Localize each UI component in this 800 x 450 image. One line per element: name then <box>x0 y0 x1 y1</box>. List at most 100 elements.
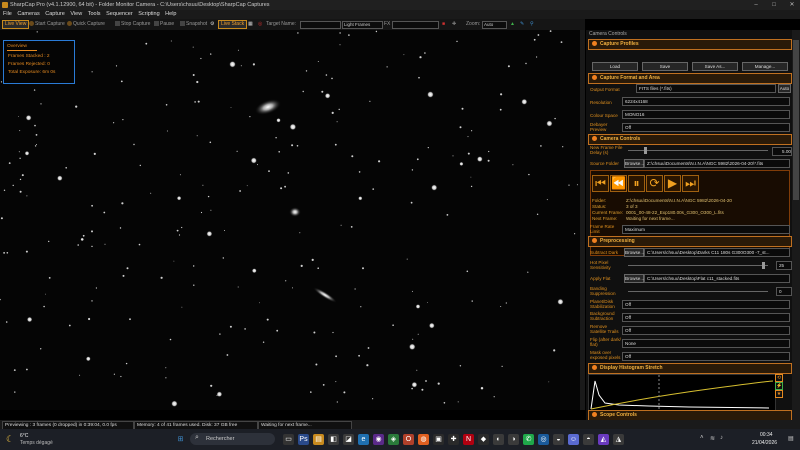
refresh-icon[interactable]: ⟳ <box>646 175 663 192</box>
edge-icon[interactable]: e <box>358 434 369 445</box>
histogram-plot[interactable] <box>588 374 776 412</box>
settings-icon[interactable]: ⚙ <box>208 20 216 29</box>
clock-time[interactable]: 00:34 <box>760 432 773 438</box>
netflix-icon[interactable]: N <box>463 434 474 445</box>
live-stack-button[interactable]: Live Stack <box>218 20 248 29</box>
panel-scrollbar[interactable] <box>792 30 800 420</box>
mask-select[interactable]: Off <box>622 352 790 361</box>
tray-chevron-icon[interactable]: ˄ <box>700 435 704 441</box>
preprocessing-header[interactable]: Preprocessing <box>588 236 792 247</box>
flat-browse-button[interactable]: Browse... <box>624 274 644 283</box>
maximize-button[interactable]: □ <box>766 0 782 10</box>
app-icon-21[interactable]: ◓ <box>583 434 594 445</box>
image-scrollbar[interactable] <box>580 30 585 410</box>
snapshot-button[interactable]: Snapshot <box>178 20 209 29</box>
histogram-header[interactable]: Display Histogram Stretch <box>588 363 792 374</box>
save-profile-button[interactable]: Save <box>642 62 688 71</box>
app-icon-11[interactable]: ▣ <box>433 434 444 445</box>
output-format-select[interactable]: FITS files (*.fits) <box>636 84 776 93</box>
resolution-select[interactable]: 6224x4168 <box>622 97 790 106</box>
plus-app-icon[interactable]: ✚ <box>448 434 459 445</box>
zoom-select[interactable]: Auto <box>482 21 507 29</box>
app-icon-16[interactable]: ◑ <box>508 434 519 445</box>
image-display[interactable] <box>0 30 585 410</box>
histogram-icon[interactable]: ▲ <box>508 20 517 29</box>
menu-file[interactable]: File <box>3 10 12 19</box>
quick-capture-button[interactable]: Quick Capture <box>65 20 107 29</box>
debayer-select[interactable]: Off <box>622 123 790 132</box>
crosshair-icon[interactable]: ✛ <box>450 20 458 29</box>
capture-profiles-header[interactable]: Capture Profiles <box>588 39 792 50</box>
firefox-icon[interactable]: ◍ <box>418 434 429 445</box>
hot-pixel-slider[interactable] <box>628 265 768 266</box>
wifi-icon[interactable]: ≋ <box>710 435 715 442</box>
app-ps-icon[interactable]: Ps <box>298 434 309 445</box>
banding-slider[interactable] <box>628 291 768 292</box>
flip-select[interactable]: None <box>622 339 790 348</box>
dark-browse-button[interactable]: Browse... <box>624 248 644 257</box>
minimize-button[interactable]: – <box>748 0 764 10</box>
record-small-icon[interactable]: ■ <box>440 20 447 29</box>
save-as-profile-button[interactable]: Save As... <box>692 62 738 71</box>
target-name-input[interactable] <box>300 21 341 29</box>
notification-icon[interactable]: ▤ <box>788 435 794 442</box>
tools-icon[interactable]: ✎ <box>518 20 526 29</box>
menu-help[interactable]: Help <box>165 10 176 19</box>
boost-icon[interactable]: ★ <box>775 390 783 398</box>
pause-monitor-icon[interactable]: ⏸ <box>628 175 645 192</box>
app-icon-8[interactable]: ◈ <box>388 434 399 445</box>
reset-stretch-icon[interactable]: ⟲ <box>775 374 783 382</box>
manage-profiles-button[interactable]: Manage... <box>742 62 788 71</box>
delay-slider[interactable] <box>628 150 768 151</box>
scope-controls-header[interactable]: Scope Controls <box>588 410 792 420</box>
app-icon-22[interactable]: ◭ <box>598 434 609 445</box>
delay-value[interactable]: 5.00 <box>772 147 792 156</box>
last-frame-icon[interactable]: ⏭ <box>682 175 699 192</box>
grid-icon[interactable]: ▦ <box>246 20 255 29</box>
apply-flat-select[interactable]: C:\Users\chsuu\Desktop\Flat c11_stacked.… <box>644 274 790 283</box>
app-icon-15[interactable]: ◐ <box>493 434 504 445</box>
subtract-dark-select[interactable]: C:\Users\chsuu\Desktop\Darks C11 180s G3… <box>644 248 790 257</box>
auto-stretch-icon[interactable]: ⚡ <box>775 382 783 390</box>
whatsapp-icon[interactable]: ✆ <box>523 434 534 445</box>
delay-slider-thumb[interactable] <box>644 147 647 154</box>
hot-pixel-value[interactable]: 25 <box>776 261 792 270</box>
hot-pixel-slider-thumb[interactable] <box>762 262 765 269</box>
app-icon-5[interactable]: ◪ <box>343 434 354 445</box>
stop-capture-button[interactable]: Stop Capture <box>113 20 152 29</box>
file-explorer-icon[interactable]: ▤ <box>313 434 324 445</box>
capture-format-header[interactable]: Capture Format and Area <box>588 73 792 84</box>
clock-date[interactable]: 21/04/2026 <box>752 440 777 446</box>
panel-scrollbar-thumb[interactable] <box>793 40 799 200</box>
task-view-icon[interactable]: ▭ <box>283 434 294 445</box>
app-icon-18[interactable]: ◎ <box>538 434 549 445</box>
taskbar-search[interactable]: ⌕ Rechercher <box>190 433 275 445</box>
close-button[interactable]: ✕ <box>784 0 800 10</box>
menu-capture[interactable]: Capture <box>45 10 65 19</box>
planet-select[interactable]: Off <box>622 300 790 309</box>
app-icon-4[interactable]: ◧ <box>328 434 339 445</box>
next-frame-icon[interactable]: ▶ <box>664 175 681 192</box>
app-icon-23[interactable]: ◮ <box>613 434 624 445</box>
fx-select[interactable] <box>392 21 439 29</box>
menu-tools[interactable]: Tools <box>88 10 101 19</box>
banding-value[interactable]: 0 <box>776 287 792 296</box>
windows-start-icon[interactable]: ⊞ <box>175 434 186 445</box>
camera-controls-header[interactable]: Camera Controls <box>588 134 792 145</box>
menu-view[interactable]: View <box>70 10 82 19</box>
app-icon-19[interactable]: ◒ <box>553 434 564 445</box>
weather-icon[interactable]: ☾ <box>6 434 14 445</box>
satellite-select[interactable]: Off <box>622 326 790 335</box>
load-profile-button[interactable]: Load <box>592 62 638 71</box>
menu-scripting[interactable]: Scripting <box>138 10 159 19</box>
frame-type-select[interactable]: Light Frames <box>342 21 383 29</box>
menu-sequencer[interactable]: Sequencer <box>106 10 133 19</box>
volume-icon[interactable]: ♪ <box>720 435 723 441</box>
source-browse-button[interactable]: Browse... <box>624 159 644 168</box>
frame-rate-select[interactable]: Maximum <box>622 225 790 234</box>
discord-icon[interactable]: ☺ <box>568 434 579 445</box>
office-icon[interactable]: O <box>403 434 414 445</box>
pause-button[interactable]: Pause <box>152 20 176 29</box>
background-select[interactable]: Off <box>622 313 790 322</box>
source-folder-input[interactable]: Z:\chsuu\Documents\N.I.N.A\NGC 5982\2026… <box>644 159 790 168</box>
